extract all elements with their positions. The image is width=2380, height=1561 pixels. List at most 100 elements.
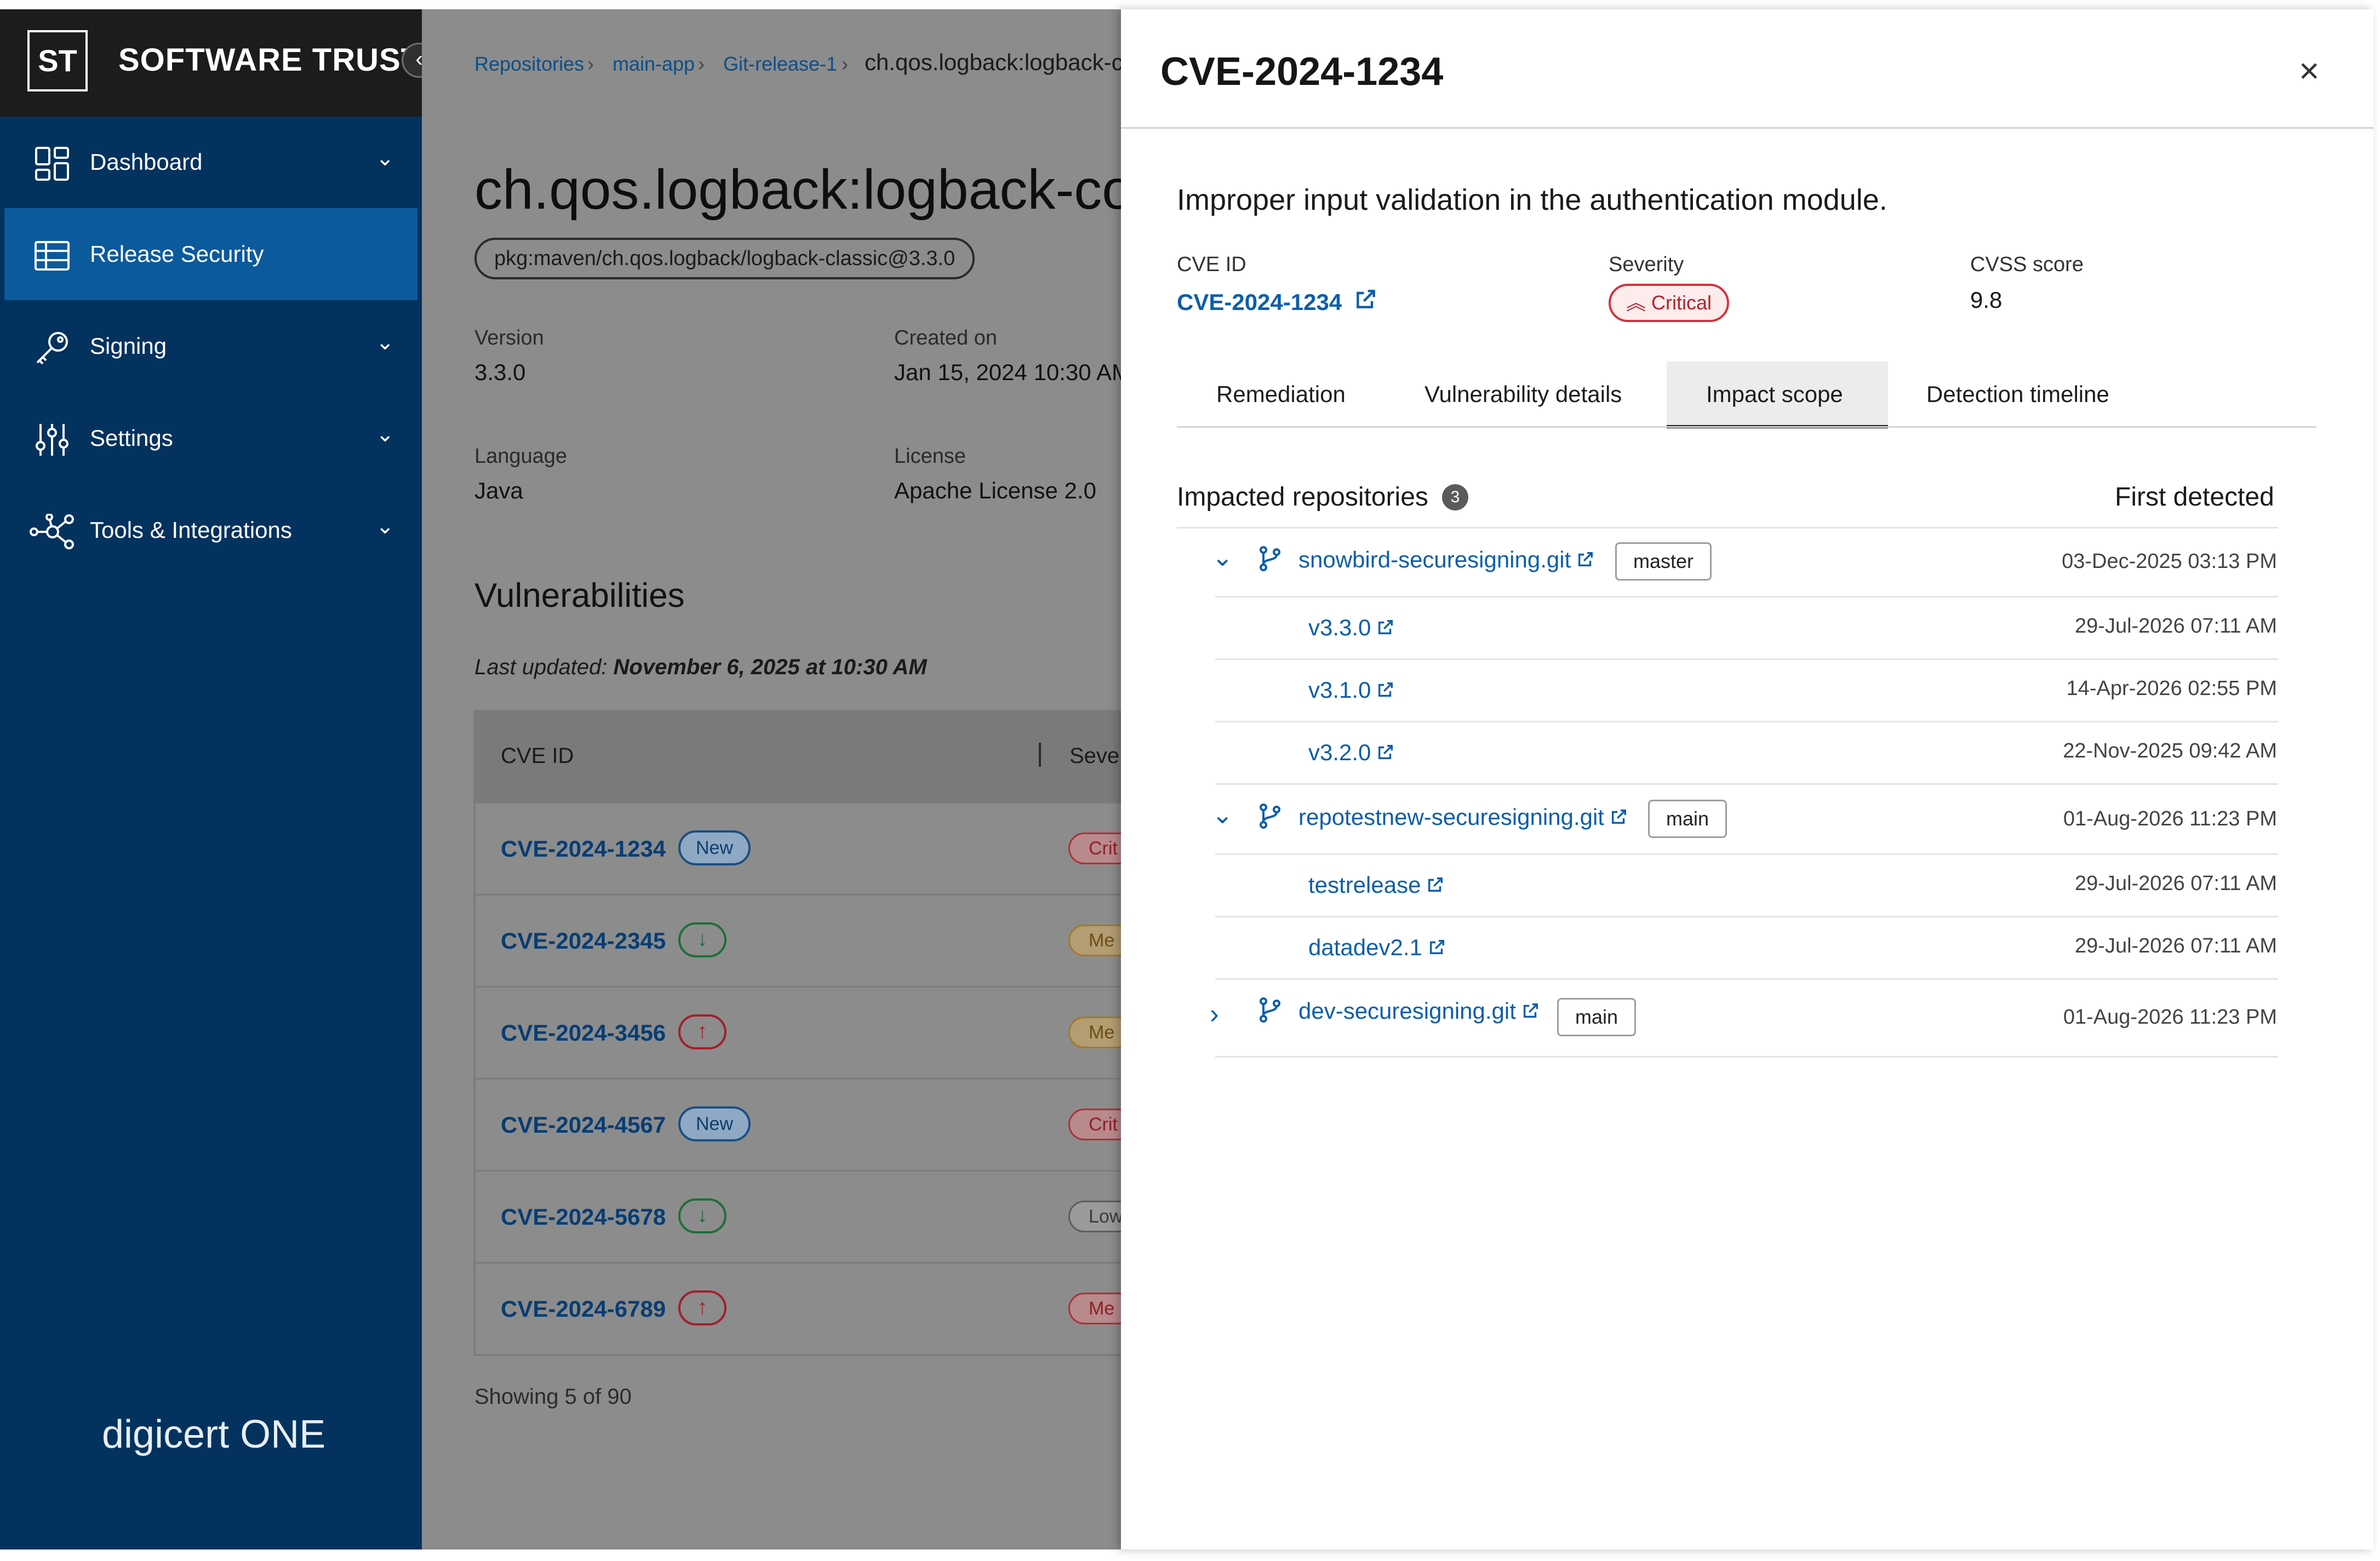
chevron-right-icon[interactable]: ›	[1210, 998, 1219, 1030]
cve-link[interactable]: CVE-2024-4567	[501, 1112, 666, 1138]
column-header-severity[interactable]: Seve	[1069, 744, 1119, 768]
external-link-icon	[1611, 809, 1627, 824]
key-icon	[36, 332, 68, 365]
repository-link[interactable]: dev-securesigning.git	[1298, 998, 1540, 1024]
sidebar-item-dashboard[interactable]: Dashboard ⌄	[0, 116, 422, 208]
cve-link[interactable]: CVE-2024-1234	[501, 836, 666, 862]
severity-critical-badge: ︽ Critical	[1609, 284, 1730, 322]
tabs-divider	[1177, 426, 2316, 428]
brand-name: SOFTWARE TRUST	[118, 42, 421, 78]
chevron-down-icon[interactable]: ⌄	[1212, 800, 1233, 829]
page-title: ch.qos.logback:logback-cor	[474, 158, 1152, 221]
last-updated-prefix: Last updated:	[474, 655, 614, 679]
impacted-repositories-title: Impacted repositories	[1177, 483, 1428, 512]
chevron-down-icon: ⌄	[376, 422, 394, 446]
ref-link[interactable]: v3.1.0	[1308, 677, 1395, 703]
cve-description: Improper input validation in the authent…	[1177, 183, 1887, 216]
severity-text: Me	[1089, 1298, 1115, 1319]
impacted-count-badge: 3	[1442, 484, 1468, 510]
last-updated-value: November 6, 2025 at 10:30 AM	[613, 655, 927, 679]
git-branch-icon	[1260, 804, 1280, 829]
version-value: 3.3.0	[474, 359, 526, 385]
sidebar-item-tools-integrations[interactable]: Tools & Integrations ⌄	[0, 484, 422, 576]
column-divider[interactable]	[1039, 743, 1041, 767]
pagination-summary: Showing 5 of 90	[474, 1385, 632, 1409]
severity-text: Crit	[1089, 838, 1118, 859]
tab-remediation[interactable]: Remediation	[1216, 381, 1346, 408]
close-icon[interactable]: ×	[2299, 50, 2319, 91]
repository-link[interactable]: repotestnew-securesigning.git	[1298, 804, 1628, 830]
ref-link[interactable]: datadev2.1	[1308, 934, 1446, 961]
tab-vulnerability-details[interactable]: Vulnerability details	[1424, 381, 1622, 408]
tab-detection-timeline[interactable]: Detection timeline	[1926, 381, 2109, 408]
sidebar-item-settings[interactable]: Settings ⌄	[0, 392, 422, 484]
severity-label: Severity	[1609, 253, 1684, 276]
license-label: License	[894, 445, 966, 468]
breadcrumb-git-release[interactable]: Git-release-1	[723, 53, 837, 76]
external-link-icon	[1428, 877, 1443, 892]
cve-id-link[interactable]: CVE-2024-1234	[1177, 287, 1378, 315]
external-link-icon	[1578, 552, 1593, 567]
ref-name: v3.2.0	[1308, 739, 1371, 765]
ref-name: v3.1.0	[1308, 677, 1371, 703]
severity-value: Critical	[1651, 291, 1712, 314]
detected-date: 29-Jul-2026 07:11 AM	[2075, 872, 2277, 895]
divider	[1215, 721, 2278, 722]
branch-tag: master	[1615, 542, 1712, 581]
git-branch-icon	[1260, 997, 1280, 1023]
network-icon	[30, 514, 74, 549]
cve-link[interactable]: CVE-2024-5678	[501, 1204, 666, 1230]
digicert-one-logo: digicert ONE	[102, 1413, 326, 1456]
repository-link[interactable]: snowbird-securesigning.git	[1298, 547, 1595, 573]
cve-id-value: CVE-2024-1234	[1177, 289, 1342, 315]
ref-link[interactable]: testrelease	[1308, 872, 1445, 898]
external-link-icon	[1378, 619, 1393, 635]
ref-name: datadev2.1	[1308, 934, 1422, 960]
first-detected-header: First detected	[2115, 483, 2274, 512]
created-value: Jan 15, 2024 10:30 AM	[894, 359, 1131, 385]
arrow-down-icon: ↓	[678, 922, 726, 957]
severity-text: Low	[1089, 1206, 1123, 1227]
breadcrumb-repositories[interactable]: Repositories	[474, 53, 584, 76]
chevron-down-icon: ⌄	[376, 514, 394, 538]
divider	[1215, 658, 2278, 660]
new-badge: New	[678, 830, 751, 865]
ref-name: v3.3.0	[1308, 615, 1371, 640]
ref-link[interactable]: v3.2.0	[1308, 739, 1395, 766]
sidebar-item-release-security[interactable]: Release Security	[4, 208, 417, 300]
cve-link[interactable]: CVE-2024-2345	[501, 928, 666, 954]
divider	[1177, 527, 2278, 529]
branch-tag: main	[1557, 998, 1637, 1036]
vulnerabilities-heading: Vulnerabilities	[474, 577, 685, 615]
sidebar-item-label: Release Security	[90, 241, 264, 267]
divider	[1215, 783, 2278, 785]
repository-name: repotestnew-securesigning.git	[1298, 804, 1604, 830]
detected-date: 03-Dec-2025 03:13 PM	[2062, 550, 2277, 573]
severity-text: Crit	[1089, 1114, 1118, 1135]
arrow-up-icon: ↑	[678, 1014, 726, 1049]
ref-link[interactable]: v3.3.0	[1308, 615, 1395, 641]
external-link-icon	[1378, 744, 1393, 760]
divider	[1215, 978, 2278, 980]
external-link-icon	[1523, 1003, 1538, 1018]
arrow-down-icon: ↓	[678, 1198, 726, 1233]
external-link-icon	[1429, 939, 1444, 955]
sidebar-item-signing[interactable]: Signing ⌄	[0, 300, 422, 392]
divider	[1215, 853, 2278, 855]
cvss-value: 9.8	[1970, 287, 2003, 313]
column-header-cve-id[interactable]: CVE ID	[501, 744, 574, 768]
ref-name: testrelease	[1308, 872, 1421, 898]
cve-link[interactable]: CVE-2024-3456	[501, 1020, 666, 1046]
divider	[1215, 1056, 2278, 1058]
tab-impact-scope[interactable]: Impact scope	[1706, 381, 1843, 408]
app-logo[interactable]: ST	[27, 30, 88, 91]
license-value: Apache License 2.0	[894, 478, 1096, 503]
created-label: Created on	[894, 326, 998, 349]
repository-name: snowbird-securesigning.git	[1298, 547, 1571, 572]
chevron-down-icon[interactable]: ⌄	[1212, 542, 1233, 572]
cve-link[interactable]: CVE-2024-6789	[501, 1296, 666, 1322]
breadcrumb-main-app[interactable]: main-app	[613, 53, 695, 76]
sidebar-item-label: Tools & Integrations	[90, 517, 292, 543]
sidebar-item-label: Signing	[90, 333, 167, 359]
new-badge: New	[678, 1106, 751, 1141]
